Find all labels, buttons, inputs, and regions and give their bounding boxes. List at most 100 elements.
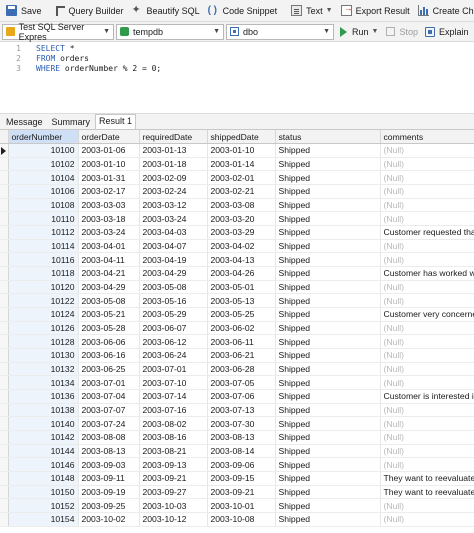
table-cell[interactable]: 2003-04-13 [207, 252, 276, 268]
row-indicator[interactable] [0, 307, 9, 322]
table-row[interactable]: 10130 2003-06-16 2003-06-24 2003-06-21 Shipp… [0, 348, 474, 363]
table-cell[interactable]: 2003-09-21 [207, 485, 276, 500]
table-cell[interactable]: Shipped [275, 375, 381, 390]
table-cell[interactable]: 2003-08-21 [139, 444, 208, 459]
table-cell[interactable]: 2003-04-03 [139, 225, 208, 240]
table-cell[interactable]: 2003-07-16 [139, 403, 208, 418]
export-result-button[interactable]: Export Result [337, 1, 414, 21]
table-cell[interactable]: (Null) [380, 334, 474, 349]
table-cell[interactable]: 10126 [8, 321, 79, 336]
row-indicator[interactable] [0, 184, 9, 199]
table-cell[interactable]: (Null) [380, 362, 474, 377]
table-cell[interactable]: 2003-07-30 [207, 416, 276, 431]
table-cell[interactable]: (Null) [380, 430, 474, 445]
table-cell[interactable]: (Null) [380, 280, 474, 295]
table-row[interactable]: 10106 2003-02-17 2003-02-24 2003-02-21 Shipp… [0, 184, 474, 199]
table-cell[interactable]: 2003-07-05 [207, 375, 276, 390]
table-cell[interactable]: 10106 [8, 184, 79, 199]
table-cell[interactable]: (Null) [380, 252, 474, 268]
row-indicator[interactable] [0, 416, 9, 431]
table-cell[interactable]: 2003-09-25 [78, 498, 140, 513]
table-cell[interactable]: 2003-06-02 [207, 321, 276, 336]
table-cell[interactable]: 2003-05-08 [78, 293, 140, 309]
table-cell[interactable]: 2003-02-17 [78, 184, 140, 199]
table-cell[interactable]: 2003-07-06 [207, 389, 276, 404]
table-cell[interactable]: 2003-02-21 [207, 184, 276, 199]
table-row[interactable]: 10100 2003-01-06 2003-01-13 2003-01-10 Shipp… [0, 143, 474, 158]
sql-editor[interactable]: 1 2 3 SELECT * FROM orders WHERE orderNu… [0, 42, 474, 113]
table-cell[interactable]: 2003-06-28 [207, 362, 276, 377]
save-button[interactable]: Save [2, 1, 46, 21]
table-cell[interactable]: Shipped [275, 143, 381, 158]
table-cell[interactable]: 10120 [8, 280, 79, 295]
tab-summary[interactable]: Summary [48, 115, 95, 129]
table-cell[interactable]: (Null) [380, 321, 474, 336]
table-cell[interactable]: 2003-03-18 [78, 211, 140, 227]
table-row[interactable]: 10148 2003-09-11 2003-09-21 2003-09-15 Shipp… [0, 471, 474, 486]
table-cell[interactable]: 2003-03-20 [207, 211, 276, 227]
table-cell[interactable]: Shipped [275, 293, 381, 309]
table-cell[interactable]: 2003-01-10 [78, 157, 140, 172]
table-cell[interactable]: 2003-05-25 [207, 307, 276, 322]
table-cell[interactable]: (Null) [380, 375, 474, 390]
table-cell[interactable]: 10112 [8, 225, 79, 240]
table-row[interactable]: 10108 2003-03-03 2003-03-12 2003-03-08 Shipp… [0, 198, 474, 213]
table-cell[interactable]: 10150 [8, 485, 79, 500]
table-row[interactable]: 10110 2003-03-18 2003-03-24 2003-03-20 Shipp… [0, 211, 474, 227]
table-cell[interactable]: Shipped [275, 471, 381, 486]
table-cell[interactable]: 2003-02-09 [139, 170, 208, 186]
table-cell[interactable]: 10142 [8, 430, 79, 445]
table-cell[interactable]: Shipped [275, 280, 381, 295]
table-cell[interactable]: Shipped [275, 498, 381, 513]
table-cell[interactable]: 10140 [8, 416, 79, 431]
table-cell[interactable]: 2003-09-15 [207, 471, 276, 486]
table-cell[interactable]: Shipped [275, 225, 381, 240]
table-cell[interactable]: (Null) [380, 416, 474, 431]
table-cell[interactable]: 2003-08-16 [139, 430, 208, 445]
table-cell[interactable]: (Null) [380, 512, 474, 527]
table-cell[interactable]: (Null) [380, 198, 474, 213]
table-cell[interactable]: 2003-06-12 [139, 334, 208, 349]
row-indicator[interactable] [0, 485, 9, 500]
table-cell[interactable]: 10124 [8, 307, 79, 322]
table-cell[interactable]: (Null) [380, 157, 474, 172]
table-cell[interactable]: Shipped [275, 485, 381, 500]
column-header[interactable]: status [275, 130, 381, 145]
table-cell[interactable]: 2003-04-19 [139, 252, 208, 268]
table-row[interactable]: 10124 2003-05-21 2003-05-29 2003-05-25 Shipp… [0, 307, 474, 322]
tab-message[interactable]: Message [2, 115, 47, 129]
table-cell[interactable]: They want to reevaluate th [380, 485, 474, 500]
create-chart-button[interactable]: Create Chart [414, 1, 474, 21]
table-cell[interactable]: 10110 [8, 211, 79, 227]
row-indicator[interactable] [0, 512, 9, 527]
table-cell[interactable]: 2003-01-31 [78, 170, 140, 186]
table-cell[interactable]: Shipped [275, 389, 381, 404]
table-cell[interactable]: 2003-07-07 [78, 403, 140, 418]
row-indicator[interactable] [0, 198, 9, 213]
table-row[interactable]: 10134 2003-07-01 2003-07-10 2003-07-05 Shipp… [0, 375, 474, 390]
table-cell[interactable]: 2003-03-08 [207, 198, 276, 213]
table-cell[interactable]: 2003-08-14 [207, 444, 276, 459]
table-cell[interactable]: 2003-10-12 [139, 512, 208, 527]
table-cell[interactable]: 10130 [8, 348, 79, 363]
table-cell[interactable]: 2003-08-02 [139, 416, 208, 431]
table-cell[interactable]: 10108 [8, 198, 79, 213]
table-cell[interactable]: 10128 [8, 334, 79, 349]
table-cell[interactable]: 10146 [8, 457, 79, 472]
table-row[interactable]: 10120 2003-04-29 2003-05-08 2003-05-01 Shipp… [0, 280, 474, 295]
table-cell[interactable]: 2003-06-21 [207, 348, 276, 363]
table-cell[interactable]: 2003-08-13 [78, 444, 140, 459]
run-button[interactable]: Run ▼ [336, 24, 382, 40]
table-cell[interactable]: 10152 [8, 498, 79, 513]
table-row[interactable]: 10116 2003-04-11 2003-04-19 2003-04-13 Shipp… [0, 252, 474, 268]
row-indicator[interactable] [0, 457, 9, 472]
table-cell[interactable]: 10116 [8, 252, 79, 268]
table-cell[interactable]: 2003-05-21 [78, 307, 140, 322]
row-indicator[interactable] [0, 444, 9, 459]
table-cell[interactable]: 2003-08-08 [78, 430, 140, 445]
table-cell[interactable]: Shipped [275, 239, 381, 254]
table-cell[interactable]: (Null) [380, 211, 474, 227]
column-header[interactable]: orderNumber [8, 130, 79, 145]
table-cell[interactable]: (Null) [380, 403, 474, 418]
table-cell[interactable]: 2003-08-13 [207, 430, 276, 445]
